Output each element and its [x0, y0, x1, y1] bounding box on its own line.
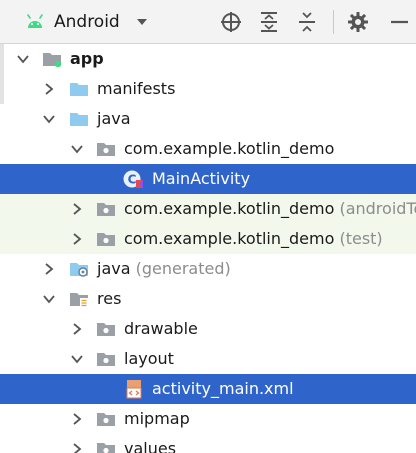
chevron-down-icon [136, 19, 147, 25]
tree-row-mipmap[interactable]: mipmap [0, 404, 416, 434]
tree-row-package-test[interactable]: com.example.kotlin_demo (test) [0, 224, 416, 254]
package-icon [97, 143, 115, 156]
package-icon [97, 353, 115, 366]
package-icon [97, 233, 115, 246]
tree-row-label: activity_main.xml [152, 379, 294, 398]
tree-row-res[interactable]: res [0, 284, 416, 314]
tree-row-label: mipmap [124, 409, 190, 428]
tree-row-app[interactable]: app [0, 44, 416, 74]
chevron-down-icon[interactable] [70, 142, 84, 156]
tree-row-label: app [70, 49, 104, 68]
package-icon [97, 443, 115, 453]
gear-icon[interactable] [346, 10, 370, 34]
toolbar-divider [333, 10, 334, 34]
tree-row-java[interactable]: java [0, 104, 416, 134]
target-icon[interactable] [219, 10, 243, 34]
chevron-right-icon[interactable] [70, 202, 84, 216]
tree-row-label: MainActivity [152, 169, 251, 188]
collapse-all-icon[interactable] [295, 10, 319, 34]
chevron-right-icon[interactable] [42, 262, 56, 276]
project-toolbar: Android [0, 0, 416, 44]
tree-row-suffix: (generated) [130, 259, 231, 278]
tree-row-package-androidtest[interactable]: com.example.kotlin_demo (androidTest) [0, 194, 416, 224]
package-icon [97, 413, 115, 426]
tree-row-label: java [97, 109, 131, 128]
generated-folder-icon [70, 263, 88, 277]
minimize-icon[interactable] [386, 10, 410, 34]
chevron-down-icon[interactable] [70, 352, 84, 366]
module-folder-icon [43, 53, 62, 68]
project-view-dropdown[interactable]: Android [26, 8, 148, 36]
tree-row-label: java (generated) [97, 259, 231, 278]
tree-row-label: drawable [124, 319, 198, 338]
tree-row-mainactivity[interactable]: C MainActivity [0, 164, 416, 194]
layout-xml-file-icon [126, 380, 142, 399]
tree-row-label: com.example.kotlin_demo [124, 139, 335, 158]
chevron-right-icon[interactable] [70, 232, 84, 246]
tree-row-label: values [124, 439, 177, 453]
tree-row-label: res [97, 289, 122, 308]
folder-icon [70, 113, 88, 126]
tree-row-suffix: (androidTest) [339, 199, 416, 218]
expand-all-icon[interactable] [257, 10, 281, 34]
tree-row-layout[interactable]: layout [0, 344, 416, 374]
chevron-right-icon[interactable] [70, 442, 84, 453]
tree-row-java-generated[interactable]: java (generated) [0, 254, 416, 284]
tree-row-label: com.example.kotlin_demo (test) [124, 229, 383, 248]
chevron-down-icon[interactable] [42, 112, 56, 126]
tree-row-package-main[interactable]: com.example.kotlin_demo [0, 134, 416, 164]
tree-row-manifests[interactable]: manifests [0, 74, 416, 104]
tree-row-drawable[interactable]: drawable [0, 314, 416, 344]
tree-row-values[interactable]: values [0, 434, 416, 453]
tree-row-label: manifests [97, 79, 176, 98]
chevron-right-icon[interactable] [42, 82, 56, 96]
project-view-label: Android [54, 12, 120, 32]
folder-icon [70, 83, 88, 96]
svg-text:C: C [128, 173, 137, 187]
project-tree: app manifests java com.example.kotlin_de… [0, 44, 416, 453]
tree-row-suffix: (test) [334, 229, 383, 248]
tree-row-label: layout [124, 349, 174, 368]
chevron-right-icon[interactable] [70, 412, 84, 426]
resources-folder-icon [70, 293, 88, 307]
package-icon [97, 323, 115, 336]
package-icon [97, 203, 115, 216]
kotlin-class-icon: C [123, 170, 143, 188]
chevron-right-icon[interactable] [70, 322, 84, 336]
tree-row-label: com.example.kotlin_demo (androidTest) [124, 194, 416, 224]
tree-row-activity-main-xml[interactable]: activity_main.xml [0, 374, 416, 404]
chevron-down-icon[interactable] [42, 292, 56, 306]
chevron-down-icon[interactable] [16, 52, 30, 66]
android-icon [27, 14, 43, 28]
